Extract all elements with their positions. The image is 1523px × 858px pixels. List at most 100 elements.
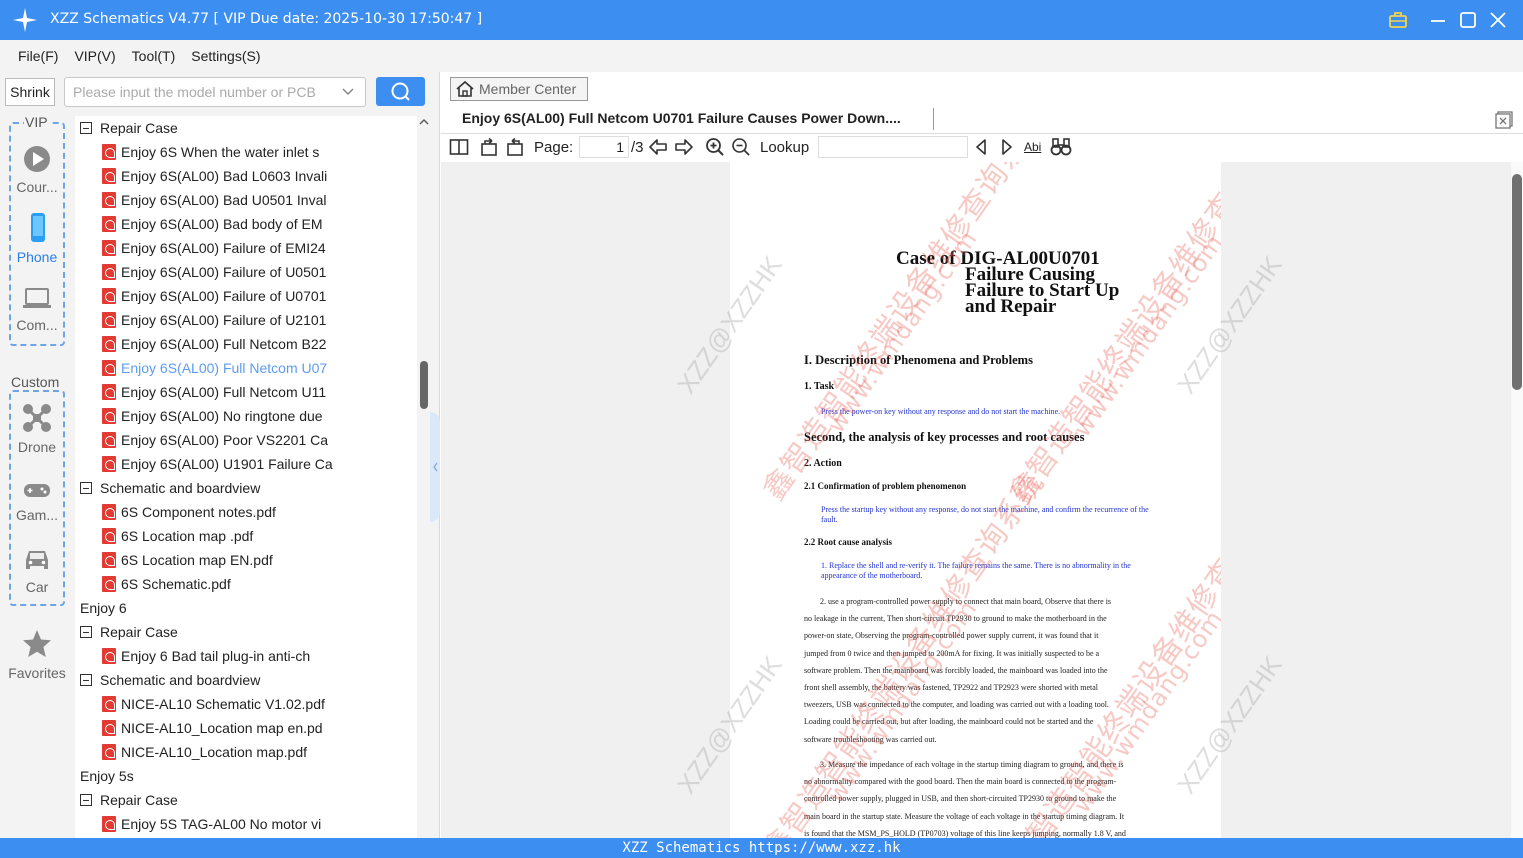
category-courses[interactable]: Cour... (0, 144, 74, 195)
tree-file-item[interactable]: Enjoy 6S(AL00) Poor VS2201 Ca (102, 428, 328, 452)
collapse-toggle-icon[interactable] (80, 794, 92, 806)
pdf-icon (102, 216, 116, 232)
collapse-toggle-icon[interactable] (80, 122, 92, 134)
tree-item-label: Enjoy 6S(AL00) Full Netcom U11 (121, 384, 327, 400)
doc-paragraph-line: no leakage in the current, Then short-ci… (804, 614, 1107, 624)
tree-file-item[interactable]: 6S Component notes.pdf (102, 500, 276, 524)
category-label: Com... (16, 317, 58, 333)
panel-collapse-handle[interactable] (430, 412, 440, 522)
tree-scrollbar[interactable] (417, 116, 431, 838)
app-logo-icon (13, 8, 37, 32)
close-icon[interactable] (1486, 8, 1510, 32)
find-next-icon[interactable] (998, 137, 1016, 157)
pdf-icon (102, 384, 116, 400)
viewer-scroll-thumb[interactable] (1512, 174, 1522, 390)
tree-item-label: Enjoy 6S(AL00) Bad L0603 Invali (121, 168, 328, 184)
pdf-icon (102, 720, 116, 736)
scroll-thumb[interactable] (420, 361, 428, 409)
briefcase-icon[interactable] (1386, 8, 1410, 32)
lookup-input[interactable] (818, 136, 968, 158)
shrink-button[interactable]: Shrink (5, 78, 55, 106)
collapse-toggle-icon[interactable] (80, 626, 92, 638)
menu-settings[interactable]: Settings(S) (191, 48, 260, 64)
close-tabs-icon[interactable] (1495, 111, 1513, 129)
tree-item-label: Repair Case (100, 624, 178, 640)
tree-file-item[interactable]: Enjoy 6S(AL00) No ringtone due (102, 404, 323, 428)
tree-file-item[interactable]: Enjoy 6S(AL00) Failure of U0701 (102, 284, 326, 308)
category-drone[interactable]: Drone (0, 402, 74, 455)
search-button[interactable] (376, 77, 425, 106)
tree-item-label: Enjoy 6S(AL00) No ringtone due (121, 408, 323, 424)
tree-file-item[interactable]: Enjoy 6 Bad tail plug-in anti-ch (102, 644, 310, 668)
find-previous-icon[interactable] (972, 137, 990, 157)
tree-model-item[interactable]: Enjoy 6 (75, 596, 127, 620)
tree-model-item[interactable]: Enjoy 5s (75, 764, 134, 788)
pdf-viewport[interactable]: Case of DIG-AL00U0701 Failure Causing Fa… (441, 162, 1523, 838)
tree-file-item[interactable]: Enjoy 6S When the water inlet s (102, 140, 319, 164)
tree-file-item[interactable]: 6S Location map EN.pdf (102, 548, 273, 572)
tree-item-label: 6S Schematic.pdf (121, 576, 231, 592)
tree-file-item[interactable]: 6S Location map .pdf (102, 524, 253, 548)
tree-file-item[interactable]: NICE-AL10_Location map en.pd (102, 716, 323, 740)
tree-file-item[interactable]: Enjoy 6S(AL00) Bad body of EM (102, 212, 323, 236)
rotate-left-icon[interactable] (479, 137, 499, 157)
tree-file-item[interactable]: Enjoy 5S TAG-AL00 No motor vi (102, 812, 321, 836)
category-phone[interactable]: Phone (0, 212, 74, 265)
lookup-label: Lookup (760, 139, 810, 156)
maximize-icon[interactable] (1456, 8, 1480, 32)
zoom-out-icon[interactable] (731, 137, 751, 157)
document-tab[interactable]: Enjoy 6S(AL00) Full Netcom U0701 Failure… (462, 110, 901, 126)
watermark-text: 鑫智造智能终端设备维修查询系统 (1002, 162, 1221, 511)
tree-file-item[interactable]: 6S Schematic.pdf (102, 572, 231, 596)
doc-section-heading: I. Description of Phenomena and Problems (804, 353, 1033, 367)
page-number-input[interactable]: 1 (579, 136, 629, 158)
minimize-icon[interactable] (1426, 8, 1450, 32)
category-computer[interactable]: Com... (0, 286, 74, 333)
arrow-right-icon[interactable] (674, 137, 694, 157)
pdf-icon (102, 192, 116, 208)
split-view-icon[interactable] (449, 137, 469, 157)
tree-file-item[interactable]: Enjoy 6S(AL00) Failure of U2101 (102, 308, 326, 332)
tree-file-item[interactable]: NICE-AL10 Schematic V1.02.pdf (102, 692, 325, 716)
collapse-toggle-icon[interactable] (80, 674, 92, 686)
category-games[interactable]: Gam... (0, 478, 74, 523)
window-title: XZZ Schematics V4.77 [ VIP Due date: 202… (50, 11, 483, 27)
doc-paragraph-line: controlled power supply, plugged in USB,… (804, 794, 1117, 804)
chevron-down-icon[interactable] (341, 86, 355, 98)
tree-file-item[interactable]: NICE-AL10_Location map.pdf (102, 740, 307, 764)
file-tree[interactable]: Repair Case Enjoy 6S When the water inlet… (75, 116, 417, 838)
tree-file-item[interactable]: Enjoy 6S(AL00) Bad L0603 Invali (102, 164, 327, 188)
tree-file-item[interactable]: Enjoy 6S(AL00) Failure of U0501 (102, 260, 326, 284)
match-case-icon[interactable]: Abi (1024, 140, 1041, 154)
category-favorites[interactable]: Favorites (0, 628, 74, 681)
rotate-right-icon[interactable] (505, 137, 525, 157)
tree-file-item[interactable]: Enjoy 6S(AL00) Full Netcom U11 (102, 380, 326, 404)
laptop-icon (23, 288, 51, 308)
tree-folder-item[interactable]: Schematic and boardview (80, 476, 260, 500)
car-icon (26, 551, 48, 569)
tree-folder-item[interactable]: Repair Case (80, 116, 178, 140)
tree-file-item[interactable]: Enjoy 6S(AL00) U1901 Failure Ca (102, 452, 333, 476)
zoom-in-icon[interactable] (705, 137, 725, 157)
menu-vip[interactable]: VIP(V) (74, 48, 115, 64)
tree-file-item[interactable]: Enjoy 6S(AL00) Full Netcom B22 (102, 332, 326, 356)
arrow-left-icon[interactable] (648, 137, 668, 157)
scroll-up-icon[interactable] (417, 116, 431, 128)
menu-file[interactable]: File(F) (18, 48, 58, 64)
collapse-toggle-icon[interactable] (80, 482, 92, 494)
menu-tool[interactable]: Tool(T) (132, 48, 176, 64)
doc-paragraph-line: Loading could be carried out, but after … (804, 717, 1094, 727)
viewer-scrollbar[interactable] (1511, 162, 1523, 838)
binoculars-icon[interactable] (1050, 137, 1072, 157)
tree-folder-item[interactable]: Repair Case (80, 620, 178, 644)
tree-file-item[interactable]: Enjoy 6S(AL00) Failure of EMI24 (102, 236, 326, 260)
tree-folder-item[interactable]: Schematic and boardview (80, 668, 260, 692)
tree-file-item[interactable]: Enjoy 6S(AL00) Full Netcom U07 (102, 356, 327, 380)
tree-file-item[interactable]: Enjoy 6S(AL00) Bad U0501 Inval (102, 188, 326, 212)
search-input[interactable]: Please input the model number or PCB (64, 77, 366, 107)
member-center-button[interactable]: Member Center (450, 77, 588, 101)
category-car[interactable]: Car (0, 544, 74, 595)
tree-folder-item[interactable]: Repair Case (80, 788, 178, 812)
tree-item-label: Enjoy 6S(AL00) Full Netcom B22 (121, 336, 327, 352)
category-label: Gam... (15, 507, 58, 523)
